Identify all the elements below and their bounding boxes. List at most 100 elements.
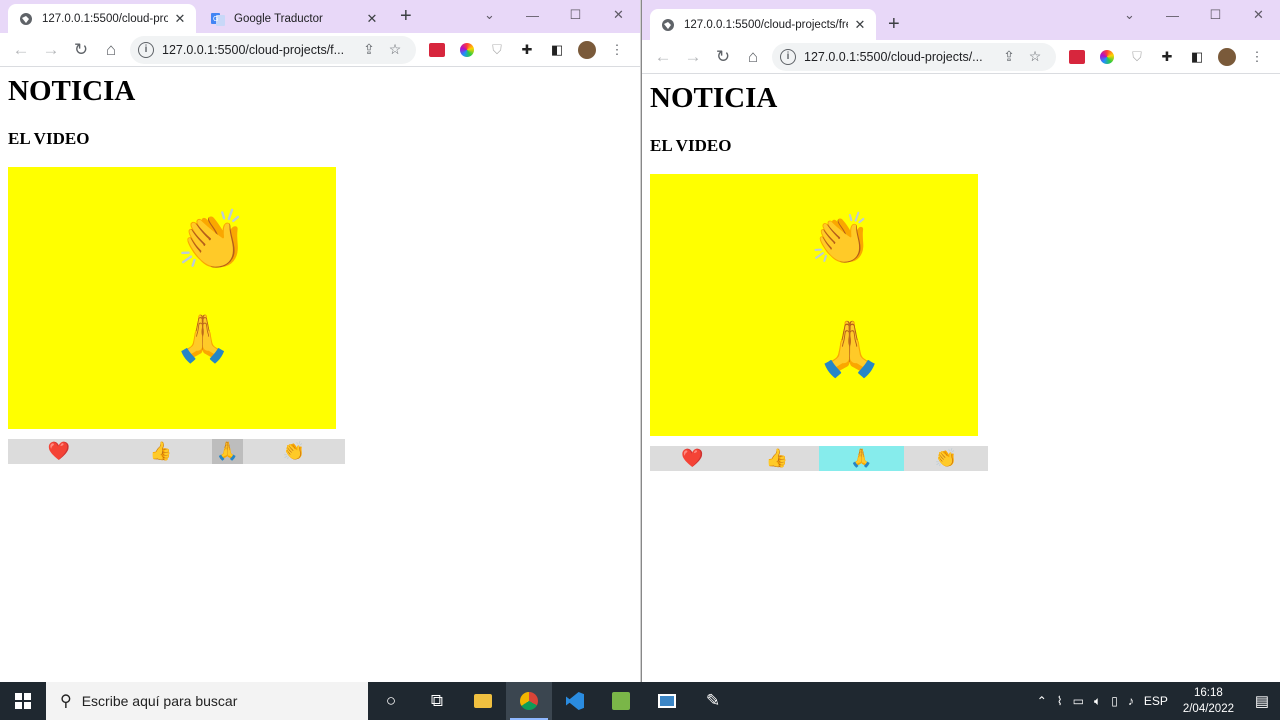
shield-icon[interactable]: ⛉ [1122, 42, 1152, 72]
forward-icon[interactable]: → [36, 35, 66, 65]
chevron-up-icon[interactable]: ⌃ [1032, 694, 1052, 708]
tab-title: Google Traductor [234, 12, 323, 25]
cortana-icon[interactable]: ○ [368, 682, 414, 720]
reaction-bar: ❤️ 👍 🙏 👏 [8, 439, 345, 464]
pray-emoji: 🙏 [174, 312, 232, 364]
task-view-icon[interactable]: ⧉ [414, 682, 460, 720]
shield-icon[interactable]: ⛉ [482, 35, 512, 65]
minimize-icon[interactable]: — [1151, 0, 1194, 30]
window-controls: ⌄ — ☐ ✕ [1108, 0, 1280, 30]
extension-m-icon[interactable] [422, 35, 452, 65]
vscode-icon[interactable] [552, 682, 598, 720]
extension-color-wheel-icon[interactable] [452, 35, 482, 65]
browser-toolbar: ← → ↻ ⌂ i 127.0.0.1:5500/cloud-projects/… [642, 40, 1280, 74]
reaction-pray-button[interactable]: 🙏 [819, 446, 904, 471]
extension-m-icon[interactable] [1062, 42, 1092, 72]
microphone-icon[interactable]: ♪ [1123, 694, 1139, 708]
menu-kebab-icon[interactable]: ⋮ [602, 35, 632, 65]
bookmark-star-icon[interactable]: ☆ [1022, 48, 1048, 65]
new-tab-button[interactable]: + [888, 14, 900, 34]
side-panel-icon[interactable]: ◧ [542, 35, 572, 65]
tab-google-translate[interactable]: G Google Traductor ✕ [200, 4, 388, 33]
network-icon[interactable]: ⌇ [1052, 694, 1068, 708]
site-info-icon[interactable]: i [138, 41, 154, 58]
terminal-app-icon[interactable] [598, 682, 644, 720]
window-app-icon[interactable] [644, 682, 690, 720]
home-icon[interactable]: ⌂ [738, 42, 768, 72]
forward-icon[interactable]: → [678, 42, 708, 72]
tab-localhost[interactable]: 127.0.0.1:5500/cloud-projects/fre ✕ [650, 9, 876, 40]
reaction-pray-button[interactable]: 🙏 [212, 439, 243, 464]
reaction-clap-button[interactable]: 👏 [904, 446, 989, 471]
tab-localhost[interactable]: 127.0.0.1:5500/cloud-proj ✕ [8, 4, 196, 33]
video-stage[interactable]: 👏 🙏 [650, 174, 978, 436]
avatar[interactable] [1212, 42, 1242, 72]
maximize-icon[interactable]: ☐ [1194, 0, 1237, 30]
site-info-icon[interactable]: i [780, 48, 796, 65]
chevron-down-icon[interactable]: ⌄ [468, 0, 511, 30]
share-icon[interactable]: ⇪ [996, 48, 1022, 65]
globe-icon [660, 17, 676, 33]
file-explorer-icon[interactable] [460, 682, 506, 720]
reaction-thumbs-up-button[interactable]: 👍 [110, 439, 212, 464]
back-icon[interactable]: ← [648, 42, 678, 72]
menu-kebab-icon[interactable]: ⋮ [1242, 42, 1272, 72]
browser-toolbar: ← → ↻ ⌂ i 127.0.0.1:5500/cloud-projects/… [0, 33, 640, 67]
chevron-down-icon[interactable]: ⌄ [1108, 0, 1151, 30]
desktop: 127.0.0.1:5500/cloud-proj ✕ G Google Tra… [0, 0, 1280, 720]
chrome-icon[interactable] [506, 682, 552, 720]
clap-emoji: 👏 [176, 208, 249, 273]
language-indicator[interactable]: ESP [1139, 694, 1173, 708]
tool-app-icon[interactable]: ✎ [690, 682, 736, 720]
address-bar[interactable]: i 127.0.0.1:5500/cloud-projects/f... ⇪ ☆ [130, 35, 416, 64]
browser-window-left: 127.0.0.1:5500/cloud-proj ✕ G Google Tra… [0, 0, 641, 682]
bookmark-star-icon[interactable]: ☆ [382, 41, 408, 58]
new-tab-button[interactable]: + [400, 6, 412, 26]
taskbar: ⚲ Escribe aquí para buscar ○ ⧉ ✎ ⌃ ⌇ ▭ 🔈… [0, 682, 1280, 720]
url-text: 127.0.0.1:5500/cloud-projects/... [804, 49, 983, 64]
reaction-clap-button[interactable]: 👏 [243, 439, 345, 464]
video-stage[interactable]: 👏 🙏 [8, 167, 336, 429]
puzzle-extensions-icon[interactable]: ✚ [1152, 42, 1182, 72]
close-tab-icon[interactable]: ✕ [852, 17, 868, 33]
home-icon[interactable]: ⌂ [96, 35, 126, 65]
close-window-icon[interactable]: ✕ [597, 0, 640, 30]
volume-icon[interactable]: 🔈︎ [1089, 694, 1106, 709]
side-panel-icon[interactable]: ◧ [1182, 42, 1212, 72]
close-tab-icon[interactable]: ✕ [364, 11, 380, 27]
device-icon[interactable]: ▯ [1106, 694, 1123, 708]
address-bar[interactable]: i 127.0.0.1:5500/cloud-projects/... ⇪ ☆ [772, 42, 1056, 71]
window-controls: ⌄ — ☐ ✕ [468, 0, 640, 30]
search-icon: ⚲ [60, 693, 72, 710]
system-tray: ⌃ ⌇ ▭ 🔈︎ ▯ ♪ ESP 16:18 2/04/2022 ▤ [1032, 682, 1280, 720]
reaction-heart-button[interactable]: ❤️ [8, 439, 110, 464]
page-subtitle: EL VIDEO [650, 136, 732, 155]
taskbar-search-input[interactable]: ⚲ Escribe aquí para buscar [46, 682, 368, 720]
minimize-icon[interactable]: — [511, 0, 554, 30]
reload-icon[interactable]: ↻ [708, 42, 738, 72]
close-tab-icon[interactable]: ✕ [172, 11, 188, 27]
avatar[interactable] [572, 35, 602, 65]
reaction-heart-button[interactable]: ❤️ [650, 446, 735, 471]
back-icon[interactable]: ← [6, 35, 36, 65]
reaction-bar: ❤️ 👍 🙏 👏 [650, 446, 988, 471]
clock[interactable]: 16:18 2/04/2022 [1173, 685, 1244, 717]
maximize-icon[interactable]: ☐ [554, 0, 597, 30]
tab-strip: 127.0.0.1:5500/cloud-proj ✕ G Google Tra… [0, 0, 640, 33]
clap-emoji: 👏 [810, 211, 873, 267]
page-title: NOTICIA [8, 75, 136, 107]
tab-title: 127.0.0.1:5500/cloud-proj [42, 12, 168, 25]
svg-text:G: G [213, 16, 218, 23]
browser-window-right: 127.0.0.1:5500/cloud-projects/fre ✕ + ⌄ … [641, 0, 1280, 682]
windows-start-icon[interactable] [0, 682, 46, 720]
close-window-icon[interactable]: ✕ [1237, 0, 1280, 30]
extension-color-wheel-icon[interactable] [1092, 42, 1122, 72]
share-icon[interactable]: ⇪ [356, 41, 382, 58]
reaction-thumbs-up-button[interactable]: 👍 [735, 446, 820, 471]
notifications-icon[interactable]: ▤ [1244, 692, 1280, 710]
globe-icon [18, 11, 34, 27]
puzzle-extensions-icon[interactable]: ✚ [512, 35, 542, 65]
search-placeholder: Escribe aquí para buscar [81, 693, 238, 709]
reload-icon[interactable]: ↻ [66, 35, 96, 65]
battery-icon[interactable]: ▭ [1068, 694, 1089, 708]
